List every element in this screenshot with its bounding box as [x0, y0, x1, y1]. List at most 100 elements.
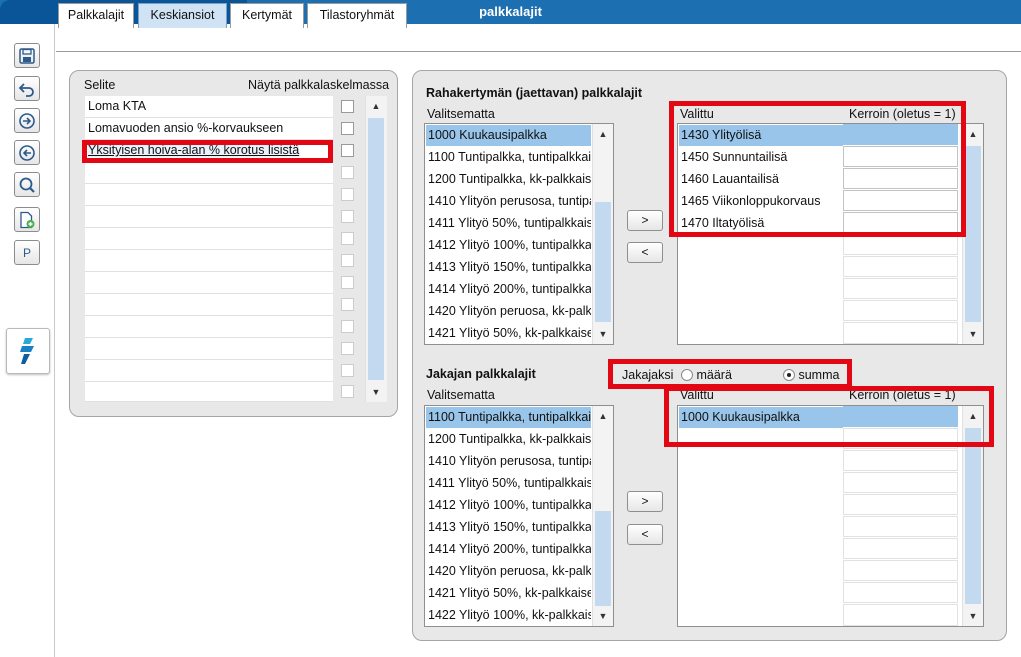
show-checkbox[interactable] — [341, 100, 354, 113]
coefficient-input[interactable] — [843, 582, 958, 603]
coefficient-input[interactable] — [843, 234, 958, 255]
scroll-down-icon[interactable]: ▼ — [593, 606, 613, 626]
table-row[interactable] — [85, 228, 333, 250]
previous-button[interactable] — [14, 140, 40, 165]
list-item[interactable]: 1412 Ylityö 100%, tuntipalkkaiset — [426, 235, 591, 256]
coefficient-input[interactable] — [843, 278, 958, 299]
show-checkbox[interactable] — [341, 298, 354, 311]
list-item[interactable]: 1421 Ylityö 50%, kk-palkkaiset — [426, 583, 591, 604]
coefficient-input[interactable] — [843, 322, 958, 344]
list-item[interactable]: 1422 Ylityö 100%, kk-palkkaiset — [426, 605, 591, 626]
table-row[interactable] — [85, 294, 333, 316]
list-item[interactable]: 1411 Ylityö 50%, tuntipalkkaiset — [426, 473, 591, 494]
table-row[interactable] — [85, 250, 333, 272]
table-row[interactable]: Loma KTA — [85, 96, 333, 118]
app-logo-button[interactable] — [6, 328, 50, 374]
show-checkbox[interactable] — [341, 320, 354, 333]
tab-kertymat[interactable]: Kertymät — [230, 3, 304, 28]
show-checkbox[interactable] — [341, 188, 354, 201]
bottom-section-title: Jakajan palkkalajit — [426, 367, 536, 381]
list-item[interactable]: 1420 Ylityön peruosa, kk-palkkaiset — [426, 301, 591, 322]
show-checkbox[interactable] — [341, 210, 354, 223]
remove-button[interactable]: < — [627, 524, 663, 545]
table-row[interactable] — [85, 338, 333, 360]
coefficient-input[interactable] — [843, 300, 958, 321]
bottom-unselected-scrollbar[interactable]: ▲ ▼ — [592, 406, 613, 626]
table-row[interactable] — [85, 382, 333, 402]
highlight-box — [82, 140, 333, 163]
table-row[interactable]: Lomavuoden ansio %-korvaukseen — [85, 118, 333, 140]
list-item[interactable]: 1412 Ylityö 100%, tuntipalkkaiset — [426, 495, 591, 516]
list-item[interactable]: 1200 Tuntipalkka, kk-palkkaiset — [426, 429, 591, 450]
table-row[interactable] — [85, 184, 333, 206]
coefficient-input[interactable] — [843, 538, 958, 559]
scroll-thumb[interactable] — [595, 202, 611, 322]
list-item[interactable]: 1414 Ylityö 200%, tuntipalkkaiset — [426, 279, 591, 300]
show-checkbox[interactable] — [341, 276, 354, 289]
search-button[interactable] — [14, 172, 40, 197]
highlight-box — [669, 101, 966, 237]
list-item[interactable]: 1100 Tuntipalkka, tuntipalkkaiset — [426, 407, 591, 428]
add-button[interactable]: > — [627, 491, 663, 512]
show-checkbox[interactable] — [341, 232, 354, 245]
show-checkbox[interactable] — [341, 144, 354, 157]
save-button[interactable] — [14, 43, 40, 68]
list-item[interactable]: 1411 Ylityö 50%, tuntipalkkaiset — [426, 213, 591, 234]
scroll-thumb[interactable] — [965, 428, 981, 604]
coefficient-input[interactable] — [843, 604, 958, 626]
arrow-right-circle-icon — [19, 112, 35, 129]
scroll-up-icon[interactable]: ▲ — [593, 406, 613, 426]
scroll-down-icon[interactable]: ▼ — [366, 382, 386, 402]
list-item[interactable]: 1100 Tuntipalkka, tuntipalkkaiset — [426, 147, 591, 168]
list-item[interactable]: 1000 Kuukausipalkka — [426, 125, 591, 146]
add-button[interactable]: > — [627, 210, 663, 231]
show-checkbox[interactable] — [341, 254, 354, 267]
next-button[interactable] — [14, 108, 40, 133]
scroll-thumb[interactable] — [368, 118, 384, 380]
list-item[interactable]: 1414 Ylityö 200%, tuntipalkkaiset — [426, 539, 591, 560]
tab-tilastoryhmat[interactable]: Tilastoryhmät — [307, 3, 407, 28]
scroll-down-icon[interactable]: ▼ — [963, 606, 983, 626]
scroll-up-icon[interactable]: ▲ — [593, 124, 613, 144]
coefficient-input[interactable] — [843, 472, 958, 493]
scroll-thumb[interactable] — [965, 146, 981, 322]
left-table-scrollbar[interactable]: ▲ ▼ — [365, 96, 387, 402]
list-item[interactable]: 1413 Ylityö 150%, tuntipalkkaiset — [426, 257, 591, 278]
table-row[interactable] — [85, 316, 333, 338]
coefficient-input[interactable] — [843, 560, 958, 581]
show-checkbox[interactable] — [341, 364, 354, 377]
list-item[interactable]: 1410 Ylityön perusosa, tuntipalkkaiset — [426, 191, 591, 212]
list-item[interactable]: 1421 Ylityö 50%, kk-palkkaiset — [426, 323, 591, 344]
list-item[interactable]: 1200 Tuntipalkka, kk-palkkaiset — [426, 169, 591, 190]
bottom-unselected-list[interactable]: 1100 Tuntipalkka, tuntipalkkaiset 1200 T… — [424, 405, 614, 627]
table-row[interactable] — [85, 206, 333, 228]
show-checkbox[interactable] — [341, 385, 354, 398]
show-checkbox[interactable] — [341, 342, 354, 355]
p-button[interactable]: P — [14, 240, 40, 265]
scroll-up-icon[interactable]: ▲ — [366, 96, 386, 116]
table-row[interactable] — [85, 360, 333, 382]
scroll-down-icon[interactable]: ▼ — [963, 324, 983, 344]
coefficient-input[interactable] — [843, 494, 958, 515]
top-unselected-scrollbar[interactable]: ▲ ▼ — [592, 124, 613, 344]
new-document-button[interactable] — [14, 207, 40, 232]
list-item[interactable]: 1413 Ylityö 150%, tuntipalkkaiset — [426, 517, 591, 538]
remove-button[interactable]: < — [627, 242, 663, 263]
coefficient-input[interactable] — [843, 450, 958, 471]
top-section-title: Rahakertymän (jaettavan) palkkalajit — [426, 86, 643, 100]
scroll-thumb[interactable] — [595, 511, 611, 606]
table-row[interactable] — [85, 162, 333, 184]
undo-button[interactable] — [14, 76, 40, 101]
top-unselected-list[interactable]: 1000 Kuukausipalkka 1100 Tuntipalkka, tu… — [424, 123, 614, 345]
coefficient-input[interactable] — [843, 516, 958, 537]
coefficient-input[interactable] — [843, 256, 958, 277]
show-checkbox[interactable] — [341, 122, 354, 135]
scroll-down-icon[interactable]: ▼ — [593, 324, 613, 344]
list-item[interactable]: 1410 Ylityön perusosa, tuntipalkkaiset — [426, 451, 591, 472]
table-row[interactable] — [85, 272, 333, 294]
tab-keskiansiot[interactable]: Keskiansiot — [138, 3, 227, 28]
tab-palkkalajit[interactable]: Palkkalajit — [58, 3, 134, 28]
list-item[interactable]: 1420 Ylityön peruosa, kk-palkkaiset — [426, 561, 591, 582]
scroll-up-icon[interactable]: ▲ — [963, 124, 983, 144]
show-checkbox[interactable] — [341, 166, 354, 179]
